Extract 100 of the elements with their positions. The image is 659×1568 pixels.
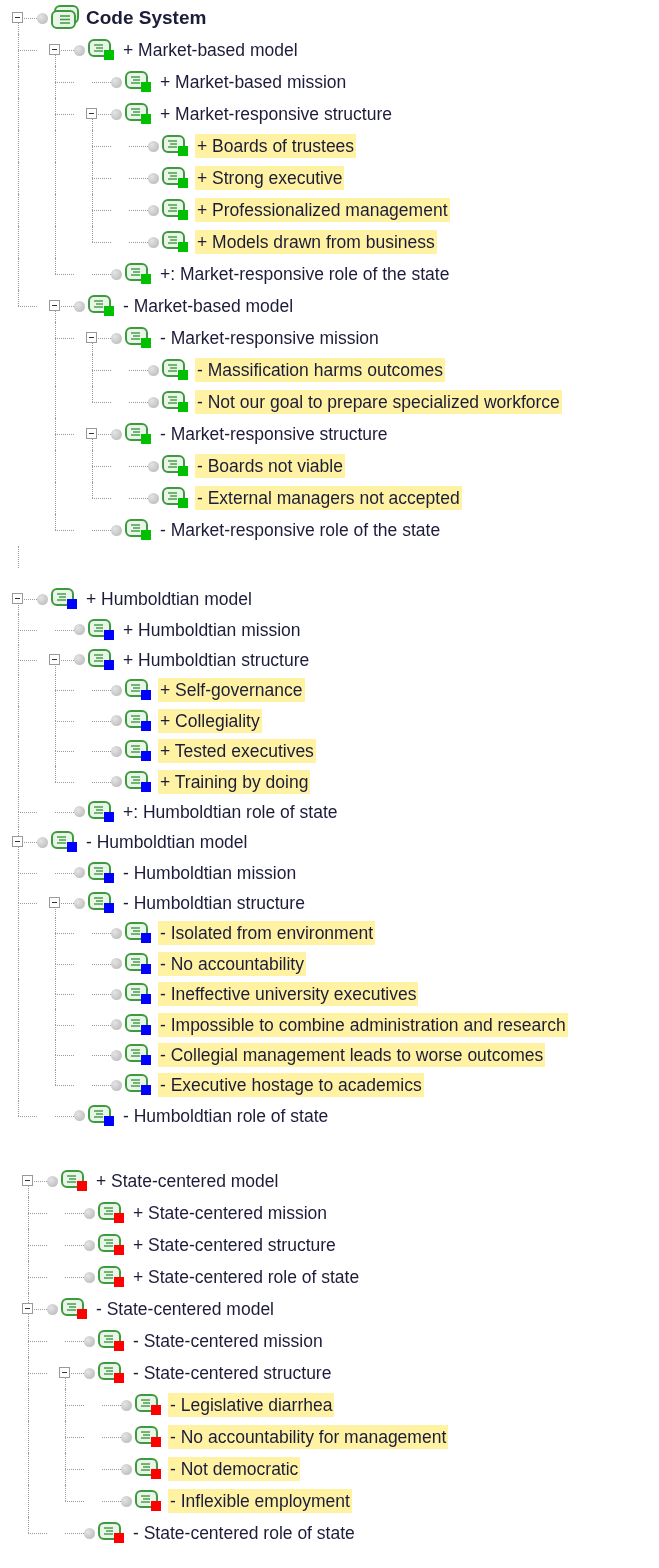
dot-icon — [84, 1335, 95, 1347]
dot-icon — [74, 806, 85, 818]
expand-toggle[interactable] — [49, 653, 60, 665]
code-tag-icon — [125, 263, 149, 281]
code-tag-icon — [162, 231, 186, 249]
dot-icon — [148, 460, 159, 472]
code-tag-icon — [88, 618, 112, 637]
tree-item-label[interactable]: - Massification harms outcomes — [195, 358, 446, 382]
expand-toggle[interactable] — [12, 593, 23, 604]
dot-icon — [111, 745, 122, 757]
expand-toggle[interactable] — [49, 300, 60, 311]
dot-icon — [37, 593, 48, 605]
tree-item-label[interactable]: - Humboldtian structure — [121, 891, 307, 916]
tree-item-label[interactable]: - Humboldtian model — [84, 830, 250, 855]
tree-item-label[interactable]: + Boards of trustees — [195, 134, 357, 158]
tree-item-label[interactable]: - Ineffective university executives — [158, 982, 419, 1007]
code-tag-icon — [162, 487, 186, 505]
dot-icon — [111, 332, 122, 344]
tree-item-label[interactable]: + State-centered model — [94, 1169, 281, 1194]
tree-item-label[interactable]: - No accountability — [158, 951, 306, 976]
dot-icon — [148, 396, 159, 408]
code-tag-icon — [125, 770, 149, 789]
code-tag-icon — [125, 423, 149, 441]
tree-item-label[interactable]: - Legislative diarrhea — [168, 1393, 335, 1418]
tree-item-label[interactable]: - Humboldtian role of state — [121, 1103, 331, 1128]
dot-icon — [148, 236, 159, 248]
expand-toggle[interactable] — [49, 44, 60, 55]
code-tag-icon — [98, 1234, 122, 1253]
tree-item-label[interactable]: + State-centered structure — [131, 1233, 338, 1258]
code-tag-icon — [125, 709, 149, 728]
tree-item-label[interactable]: + Training by doing — [158, 769, 311, 794]
tree-item-label[interactable]: + Collegiality — [158, 708, 262, 733]
tree-item-label[interactable]: - State-centered mission — [131, 1329, 325, 1354]
expand-toggle[interactable] — [49, 896, 60, 908]
expand-toggle[interactable] — [22, 1175, 33, 1187]
tree-item-label[interactable]: - Market-responsive structure — [158, 422, 390, 446]
tree-item-label[interactable]: + Humboldtian structure — [121, 647, 312, 672]
tree-item-label[interactable]: - State-centered role of state — [131, 1521, 357, 1546]
dot-icon — [84, 1367, 95, 1379]
dot-icon — [148, 204, 159, 216]
tree-item-label[interactable]: + Strong executive — [195, 166, 345, 190]
expand-toggle[interactable] — [22, 1303, 33, 1315]
tree-item-label[interactable]: + Professionalized management — [195, 198, 450, 222]
code-tag-icon — [88, 892, 112, 911]
tree-item-label[interactable]: + Market-based model — [121, 38, 300, 62]
dot-icon — [111, 108, 122, 120]
code-tag-icon — [125, 740, 149, 759]
tree-item-label[interactable]: - Impossible to combine administration and research — [158, 1012, 568, 1037]
code-system-icon — [50, 5, 80, 31]
tree-item-label[interactable]: + State-centered role of state — [131, 1265, 362, 1290]
tree-item-label[interactable]: + Tested executives — [158, 739, 316, 764]
dot-icon — [37, 12, 48, 24]
tree-item-label[interactable]: +: Humboldtian role of state — [121, 799, 340, 824]
tree-item-label[interactable]: - Humboldtian mission — [121, 860, 299, 885]
code-tag-icon — [162, 391, 186, 409]
dot-icon — [74, 1110, 85, 1122]
dot-icon — [121, 1463, 132, 1475]
tree-item-label[interactable]: - State-centered model — [94, 1297, 276, 1322]
tree-item-label[interactable]: Code System — [84, 6, 209, 30]
code-tag-icon — [125, 952, 149, 971]
dot-icon — [148, 172, 159, 184]
expand-toggle[interactable] — [12, 836, 23, 848]
expand-toggle[interactable] — [86, 428, 97, 439]
code-tag-icon — [135, 1394, 159, 1413]
code-tag-icon — [125, 1013, 149, 1032]
tree-item-label[interactable]: - Market-responsive role of the state — [158, 518, 443, 542]
tree-item-label[interactable]: + Self-governance — [158, 678, 305, 703]
dot-icon — [148, 492, 159, 504]
tree-item-label[interactable]: + Humboldtian mission — [121, 617, 303, 642]
tree-item-label[interactable]: - Not our goal to prepare specialized workforce — [195, 390, 562, 414]
tree-item-label[interactable]: + Humboldtian model — [84, 587, 254, 612]
code-tag-icon — [98, 1266, 122, 1285]
expand-toggle[interactable] — [86, 332, 97, 343]
tree-item-label[interactable]: - Executive hostage to academics — [158, 1073, 424, 1098]
code-tag-icon — [98, 1202, 122, 1221]
expand-toggle[interactable] — [86, 108, 97, 119]
dot-icon — [111, 684, 122, 696]
tree-item-label[interactable]: + Models drawn from business — [195, 230, 437, 254]
expand-toggle[interactable] — [12, 12, 23, 23]
dot-icon — [111, 928, 122, 939]
dot-icon — [74, 897, 85, 909]
tree-item-label[interactable]: - Market-based model — [121, 294, 296, 318]
expand-toggle[interactable] — [59, 1367, 70, 1379]
tree-item-label[interactable]: - No accountability for management — [168, 1425, 449, 1450]
tree-item-label[interactable]: - Not democratic — [168, 1457, 301, 1482]
tree-item-label[interactable]: - Boards not viable — [195, 454, 345, 478]
dot-icon — [111, 988, 122, 1000]
tree-item-label[interactable]: - External managers not accepted — [195, 486, 462, 510]
tree-item-label[interactable]: - Collegial management leads to worse outcomes — [158, 1043, 546, 1068]
code-tag-icon — [88, 1104, 112, 1123]
tree-item-label[interactable]: +: Market-responsive role of the state — [158, 262, 452, 286]
code-tag-icon — [125, 1074, 149, 1093]
tree-item-label[interactable]: - Inflexible employment — [168, 1489, 352, 1514]
tree-item-label[interactable]: + Market-based mission — [158, 70, 349, 94]
tree-item-label[interactable]: - Isolated from environment — [158, 921, 375, 946]
tree-item-label[interactable]: + State-centered mission — [131, 1201, 330, 1226]
code-tag-icon — [162, 167, 186, 185]
tree-item-label[interactable]: - Market-responsive mission — [158, 326, 381, 350]
tree-item-label[interactable]: + Market-responsive structure — [158, 102, 394, 126]
tree-item-label[interactable]: - State-centered structure — [131, 1361, 334, 1386]
